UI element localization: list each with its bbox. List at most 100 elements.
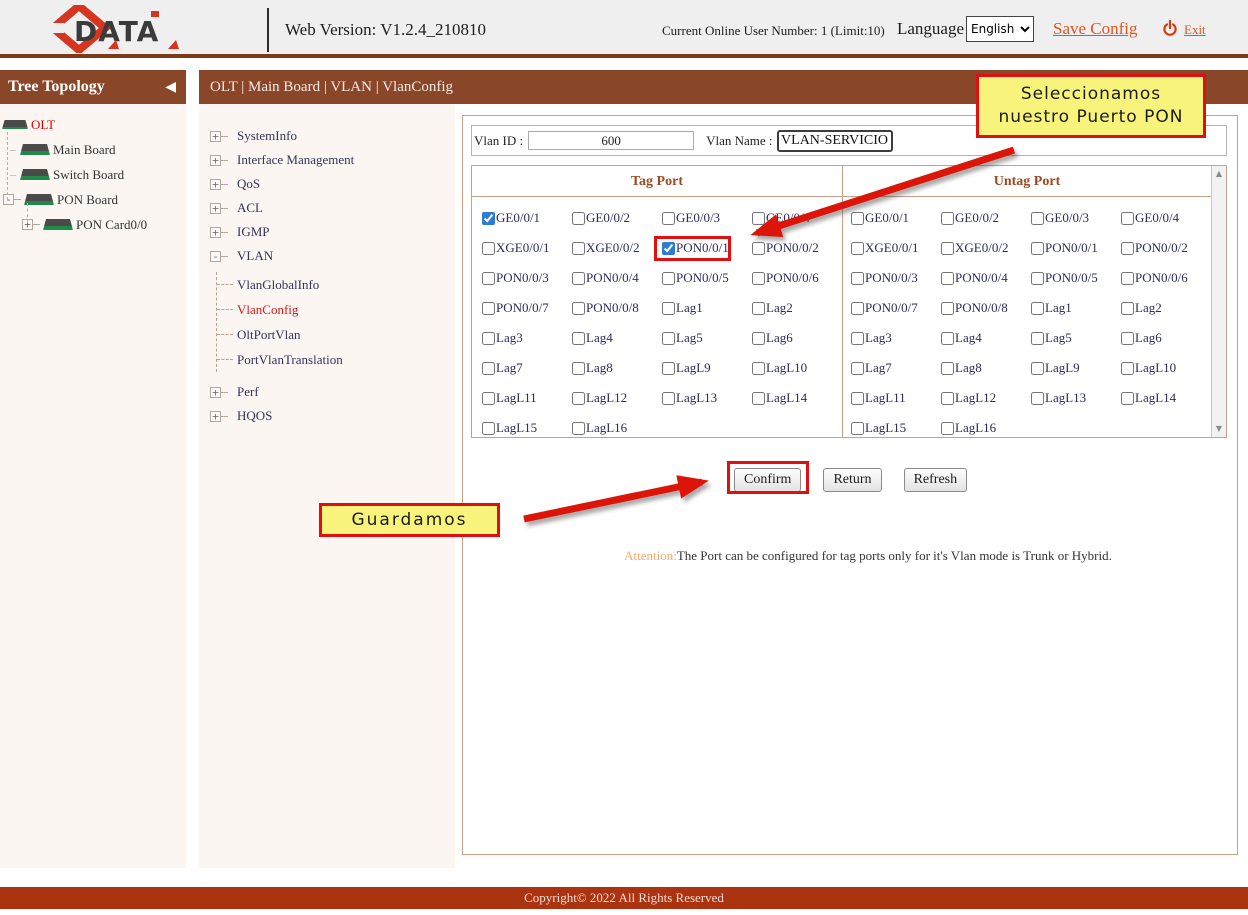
tag-port-cell-pon0-0-2[interactable]: PON0/0/2 bbox=[752, 233, 842, 263]
untag-port-checkbox-lagl16[interactable] bbox=[941, 422, 954, 435]
untag-port-cell-pon0-0-6[interactable]: PON0/0/6 bbox=[1121, 263, 1211, 293]
tag-port-cell-lagl11[interactable]: LagL11 bbox=[482, 383, 572, 413]
tag-port-checkbox-pon0-0-8[interactable] bbox=[572, 302, 585, 315]
tree-item-switch-board[interactable]: –Switch Board bbox=[0, 162, 186, 187]
tag-port-checkbox-lagl15[interactable] bbox=[482, 422, 495, 435]
tag-port-checkbox-lagl12[interactable] bbox=[572, 392, 585, 405]
untag-port-cell-ge0-0-4[interactable]: GE0/0/4 bbox=[1121, 203, 1211, 233]
tag-port-cell-pon0-0-5[interactable]: PON0/0/5 bbox=[662, 263, 752, 293]
tag-port-checkbox-lagl14[interactable] bbox=[752, 392, 765, 405]
tag-port-cell-lagl14[interactable]: LagL14 bbox=[752, 383, 842, 413]
tree-item-olt[interactable]: OLT bbox=[0, 112, 186, 137]
tag-port-checkbox-lagl11[interactable] bbox=[482, 392, 495, 405]
plus-box-icon[interactable]: + bbox=[210, 179, 221, 190]
untag-port-checkbox-lag7[interactable] bbox=[851, 362, 864, 375]
scroll-up-icon[interactable]: ▲ bbox=[1212, 166, 1226, 182]
plus-box-icon[interactable]: + bbox=[210, 387, 221, 398]
untag-port-checkbox-xge0-0-2[interactable] bbox=[941, 242, 954, 255]
untag-port-cell-ge0-0-1[interactable]: GE0/0/1 bbox=[851, 203, 941, 233]
untag-port-checkbox-xge0-0-1[interactable] bbox=[851, 242, 864, 255]
untag-port-cell-pon0-0-1[interactable]: PON0/0/1 bbox=[1031, 233, 1121, 263]
tag-port-cell-lag5[interactable]: Lag5 bbox=[662, 323, 752, 353]
tag-port-cell-lagl10[interactable]: LagL10 bbox=[752, 353, 842, 383]
untag-port-cell-pon0-0-4[interactable]: PON0/0/4 bbox=[941, 263, 1031, 293]
untag-port-checkbox-ge0-0-4[interactable] bbox=[1121, 212, 1134, 225]
untag-port-checkbox-lag1[interactable] bbox=[1031, 302, 1044, 315]
untag-port-checkbox-lagl12[interactable] bbox=[941, 392, 954, 405]
tree-item-main-board[interactable]: –Main Board bbox=[0, 137, 186, 162]
port-table-scrollbar[interactable]: ▲ ▼ bbox=[1211, 166, 1226, 437]
untag-port-cell-pon0-0-5[interactable]: PON0/0/5 bbox=[1031, 263, 1121, 293]
untag-port-checkbox-pon0-0-1[interactable] bbox=[1031, 242, 1044, 255]
tag-port-cell-lag6[interactable]: Lag6 bbox=[752, 323, 842, 353]
untag-port-cell-lag7[interactable]: Lag7 bbox=[851, 353, 941, 383]
tag-port-cell-lag4[interactable]: Lag4 bbox=[572, 323, 662, 353]
untag-port-checkbox-lagl10[interactable] bbox=[1121, 362, 1134, 375]
untag-port-checkbox-lagl13[interactable] bbox=[1031, 392, 1044, 405]
nav-subitem-oltportvlan[interactable]: OltPortVlan bbox=[217, 322, 455, 347]
untag-port-cell-pon0-0-2[interactable]: PON0/0/2 bbox=[1121, 233, 1211, 263]
tag-port-checkbox-lagl10[interactable] bbox=[752, 362, 765, 375]
tag-port-cell-lag8[interactable]: Lag8 bbox=[572, 353, 662, 383]
untag-port-checkbox-lag5[interactable] bbox=[1031, 332, 1044, 345]
untag-port-cell-lag6[interactable]: Lag6 bbox=[1121, 323, 1211, 353]
untag-port-cell-lagl16[interactable]: LagL16 bbox=[941, 413, 1031, 438]
untag-port-cell-lag2[interactable]: Lag2 bbox=[1121, 293, 1211, 323]
plus-box-icon[interactable]: + bbox=[210, 227, 221, 238]
tag-port-checkbox-pon0-0-4[interactable] bbox=[572, 272, 585, 285]
untag-port-checkbox-pon0-0-5[interactable] bbox=[1031, 272, 1044, 285]
tag-port-checkbox-lag5[interactable] bbox=[662, 332, 675, 345]
plus-box-icon[interactable]: + bbox=[210, 203, 221, 214]
untag-port-checkbox-ge0-0-1[interactable] bbox=[851, 212, 864, 225]
tag-port-checkbox-lagl9[interactable] bbox=[662, 362, 675, 375]
untag-port-checkbox-pon0-0-6[interactable] bbox=[1121, 272, 1134, 285]
tag-port-cell-xge0-0-2[interactable]: XGE0/0/2 bbox=[572, 233, 662, 263]
tag-port-checkbox-ge0-0-4[interactable] bbox=[752, 212, 765, 225]
tag-port-checkbox-ge0-0-3[interactable] bbox=[662, 212, 675, 225]
tag-port-cell-lagl13[interactable]: LagL13 bbox=[662, 383, 752, 413]
tag-port-checkbox-lagl13[interactable] bbox=[662, 392, 675, 405]
untag-port-cell-xge0-0-2[interactable]: XGE0/0/2 bbox=[941, 233, 1031, 263]
untag-port-checkbox-lagl9[interactable] bbox=[1031, 362, 1044, 375]
minus-box-icon[interactable]: - bbox=[210, 251, 221, 262]
tag-port-cell-ge0-0-4[interactable]: GE0/0/4 bbox=[752, 203, 842, 233]
untag-port-cell-lagl10[interactable]: LagL10 bbox=[1121, 353, 1211, 383]
tag-port-checkbox-lag1[interactable] bbox=[662, 302, 675, 315]
untag-port-cell-lagl11[interactable]: LagL11 bbox=[851, 383, 941, 413]
vlan-name-input[interactable] bbox=[777, 130, 893, 152]
untag-port-cell-lagl15[interactable]: LagL15 bbox=[851, 413, 941, 438]
power-icon[interactable] bbox=[1162, 20, 1178, 36]
tag-port-checkbox-pon0-0-7[interactable] bbox=[482, 302, 495, 315]
untag-port-checkbox-ge0-0-3[interactable] bbox=[1031, 212, 1044, 225]
plus-box-icon[interactable]: + bbox=[210, 131, 221, 142]
vlan-id-input[interactable] bbox=[528, 131, 694, 150]
nav-item-hqos[interactable]: +HQOS bbox=[199, 404, 455, 428]
untag-port-cell-xge0-0-1[interactable]: XGE0/0/1 bbox=[851, 233, 941, 263]
tag-port-checkbox-lag4[interactable] bbox=[572, 332, 585, 345]
untag-port-checkbox-ge0-0-2[interactable] bbox=[941, 212, 954, 225]
untag-port-cell-pon0-0-3[interactable]: PON0/0/3 bbox=[851, 263, 941, 293]
tag-port-cell-lagl16[interactable]: LagL16 bbox=[572, 413, 662, 438]
untag-port-checkbox-pon0-0-2[interactable] bbox=[1121, 242, 1134, 255]
untag-port-cell-lagl13[interactable]: LagL13 bbox=[1031, 383, 1121, 413]
nav-item-acl[interactable]: +ACL bbox=[199, 196, 455, 220]
confirm-button[interactable]: Confirm bbox=[734, 468, 801, 492]
nav-subitem-vlanconfig[interactable]: VlanConfig bbox=[217, 297, 455, 322]
untag-port-cell-lag4[interactable]: Lag4 bbox=[941, 323, 1031, 353]
tag-port-cell-ge0-0-3[interactable]: GE0/0/3 bbox=[662, 203, 752, 233]
tag-port-cell-lag1[interactable]: Lag1 bbox=[662, 293, 752, 323]
return-button[interactable]: Return bbox=[823, 468, 881, 492]
untag-port-checkbox-lag8[interactable] bbox=[941, 362, 954, 375]
untag-port-cell-lagl14[interactable]: LagL14 bbox=[1121, 383, 1211, 413]
untag-port-checkbox-pon0-0-3[interactable] bbox=[851, 272, 864, 285]
untag-port-checkbox-lagl11[interactable] bbox=[851, 392, 864, 405]
tag-port-cell-pon0-0-1[interactable]: PON0/0/1 bbox=[662, 233, 752, 263]
nav-item-igmp[interactable]: +IGMP bbox=[199, 220, 455, 244]
tag-port-checkbox-pon0-0-6[interactable] bbox=[752, 272, 765, 285]
tag-port-checkbox-lagl16[interactable] bbox=[572, 422, 585, 435]
tag-port-checkbox-pon0-0-5[interactable] bbox=[662, 272, 675, 285]
exit-link[interactable]: Exit bbox=[1184, 22, 1206, 38]
nav-item-qos[interactable]: +QoS bbox=[199, 172, 455, 196]
scroll-down-icon[interactable]: ▼ bbox=[1212, 421, 1226, 437]
untag-port-cell-lagl9[interactable]: LagL9 bbox=[1031, 353, 1121, 383]
